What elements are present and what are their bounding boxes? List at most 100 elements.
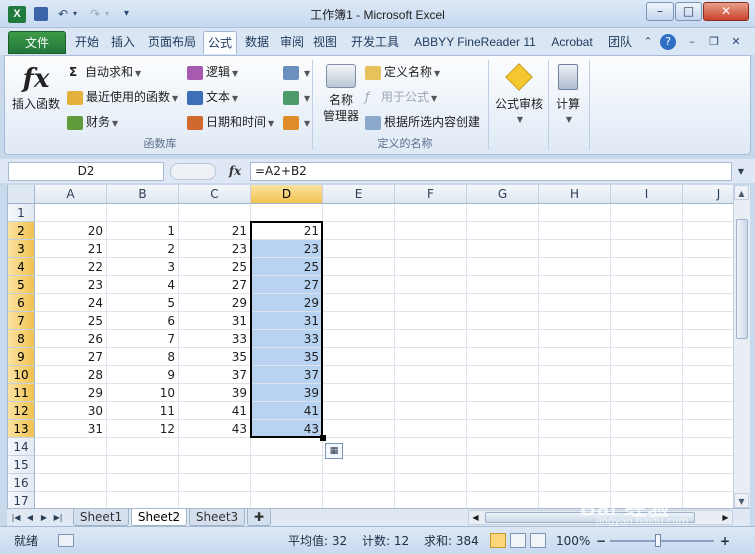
cell-c17[interactable] bbox=[179, 492, 251, 508]
cell-i2[interactable] bbox=[611, 222, 683, 240]
cell-j16[interactable] bbox=[683, 474, 733, 492]
cell-j14[interactable] bbox=[683, 438, 733, 456]
cell-g14[interactable] bbox=[467, 438, 539, 456]
help-icon[interactable]: ? bbox=[660, 34, 676, 50]
cell-d6[interactable]: 29 bbox=[251, 294, 323, 312]
cell-g1[interactable] bbox=[467, 204, 539, 222]
insert-function-icon[interactable]: fx bbox=[222, 162, 248, 181]
cell-f8[interactable] bbox=[395, 330, 467, 348]
cell-f14[interactable] bbox=[395, 438, 467, 456]
scroll-right-button[interactable]: ▶ bbox=[719, 511, 732, 524]
minimize-button[interactable]: – bbox=[646, 2, 674, 21]
cell-h2[interactable] bbox=[539, 222, 611, 240]
row-header[interactable]: 16 bbox=[8, 474, 35, 492]
calculation-button[interactable]: 计算 ▼ bbox=[551, 62, 585, 128]
close-workbook-icon[interactable]: ✕ bbox=[728, 34, 744, 50]
cell-e3[interactable] bbox=[323, 240, 395, 258]
vertical-scroll-thumb[interactable] bbox=[736, 219, 748, 339]
row-header[interactable]: 1 bbox=[8, 204, 35, 222]
cell-d1[interactable] bbox=[251, 204, 323, 222]
cell-a2[interactable]: 20 bbox=[35, 222, 107, 240]
worksheet-grid[interactable]: A B C D E F G H I J 1 2 20 1 21 21 3 21 2 23 23 4 22 3 25 25 5 23 4 2… bbox=[7, 185, 733, 508]
cell-i14[interactable] bbox=[611, 438, 683, 456]
cell-h6[interactable] bbox=[539, 294, 611, 312]
autosum-button[interactable]: Σ 自动求和 ▼ bbox=[69, 63, 141, 81]
cell-j1[interactable] bbox=[683, 204, 733, 222]
cell-c5[interactable]: 27 bbox=[179, 276, 251, 294]
cell-f10[interactable] bbox=[395, 366, 467, 384]
cell-g7[interactable] bbox=[467, 312, 539, 330]
column-header-c[interactable]: C bbox=[179, 185, 251, 204]
use-in-formula-button[interactable]: ƒ 用于公式 ▼ bbox=[365, 88, 437, 106]
collapse-ribbon-icon[interactable]: ⌃ bbox=[640, 34, 656, 50]
cell-f17[interactable] bbox=[395, 492, 467, 508]
cell-g13[interactable] bbox=[467, 420, 539, 438]
cell-a3[interactable]: 21 bbox=[35, 240, 107, 258]
cell-c15[interactable] bbox=[179, 456, 251, 474]
cell-e13[interactable] bbox=[323, 420, 395, 438]
cell-d9[interactable]: 35 bbox=[251, 348, 323, 366]
cell-d12[interactable]: 41 bbox=[251, 402, 323, 420]
cell-c1[interactable] bbox=[179, 204, 251, 222]
sheet-tab-sheet2[interactable]: Sheet2 bbox=[131, 509, 187, 526]
cell-j8[interactable] bbox=[683, 330, 733, 348]
cell-d7[interactable]: 31 bbox=[251, 312, 323, 330]
cell-h8[interactable] bbox=[539, 330, 611, 348]
formula-auditing-button[interactable]: 公式审核 ▼ bbox=[492, 62, 546, 128]
close-button[interactable]: ✕ bbox=[703, 2, 749, 21]
cell-c2[interactable]: 21 bbox=[179, 222, 251, 240]
row-header[interactable]: 12 bbox=[8, 402, 35, 420]
cell-g11[interactable] bbox=[467, 384, 539, 402]
macro-record-icon[interactable] bbox=[58, 534, 74, 547]
cell-d14[interactable] bbox=[251, 438, 323, 456]
cell-e9[interactable] bbox=[323, 348, 395, 366]
cell-a7[interactable]: 25 bbox=[35, 312, 107, 330]
zoom-slider-thumb[interactable] bbox=[655, 534, 661, 547]
cell-a1[interactable] bbox=[35, 204, 107, 222]
cell-f6[interactable] bbox=[395, 294, 467, 312]
cell-c16[interactable] bbox=[179, 474, 251, 492]
column-header-e[interactable]: E bbox=[323, 185, 395, 204]
cell-f12[interactable] bbox=[395, 402, 467, 420]
cell-b5[interactable]: 4 bbox=[107, 276, 179, 294]
sheet-tab-sheet1[interactable]: Sheet1 bbox=[73, 509, 129, 526]
tab-acrobat[interactable]: Acrobat bbox=[544, 31, 600, 54]
tab-file[interactable]: 文件 bbox=[8, 31, 66, 54]
cell-b15[interactable] bbox=[107, 456, 179, 474]
cell-i4[interactable] bbox=[611, 258, 683, 276]
column-header-j[interactable]: J bbox=[683, 185, 733, 204]
row-header[interactable]: 6 bbox=[8, 294, 35, 312]
zoom-slider[interactable] bbox=[610, 540, 714, 542]
cell-b14[interactable] bbox=[107, 438, 179, 456]
page-break-view-icon[interactable] bbox=[530, 533, 546, 548]
row-header[interactable]: 15 bbox=[8, 456, 35, 474]
cell-j11[interactable] bbox=[683, 384, 733, 402]
cell-d5[interactable]: 27 bbox=[251, 276, 323, 294]
restore-workbook-icon[interactable]: ❐ bbox=[706, 34, 722, 50]
cell-h13[interactable] bbox=[539, 420, 611, 438]
cell-c3[interactable]: 23 bbox=[179, 240, 251, 258]
cell-c4[interactable]: 25 bbox=[179, 258, 251, 276]
math-trig-button[interactable]: ▼ bbox=[283, 88, 310, 106]
cell-i13[interactable] bbox=[611, 420, 683, 438]
cell-e11[interactable] bbox=[323, 384, 395, 402]
cell-j10[interactable] bbox=[683, 366, 733, 384]
cell-h11[interactable] bbox=[539, 384, 611, 402]
cell-f4[interactable] bbox=[395, 258, 467, 276]
minimize-workbook-icon[interactable]: – bbox=[684, 34, 700, 50]
name-manager-button[interactable]: 名称 管理器 bbox=[319, 62, 363, 124]
cell-f2[interactable] bbox=[395, 222, 467, 240]
column-header-f[interactable]: F bbox=[395, 185, 467, 204]
cell-b8[interactable]: 7 bbox=[107, 330, 179, 348]
last-sheet-icon[interactable]: ▶| bbox=[52, 511, 64, 524]
sheet-tab-sheet3[interactable]: Sheet3 bbox=[189, 509, 245, 526]
cell-c14[interactable] bbox=[179, 438, 251, 456]
cell-g8[interactable] bbox=[467, 330, 539, 348]
row-header[interactable]: 8 bbox=[8, 330, 35, 348]
row-header[interactable]: 9 bbox=[8, 348, 35, 366]
cell-b10[interactable]: 9 bbox=[107, 366, 179, 384]
cell-e1[interactable] bbox=[323, 204, 395, 222]
row-header[interactable]: 4 bbox=[8, 258, 35, 276]
cell-a8[interactable]: 26 bbox=[35, 330, 107, 348]
page-layout-view-icon[interactable] bbox=[510, 533, 526, 548]
